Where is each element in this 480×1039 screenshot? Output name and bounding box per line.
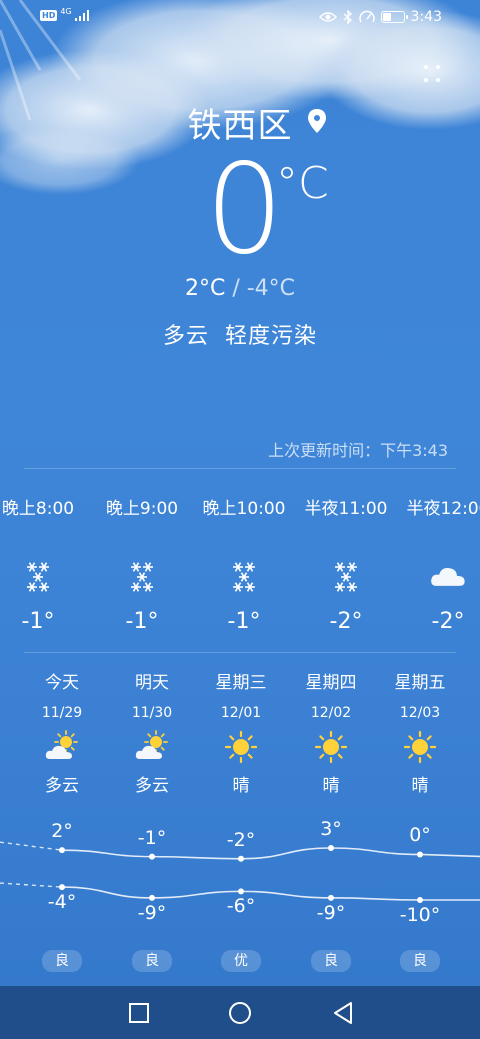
- day-name: 星期五: [394, 673, 446, 693]
- day-high-temperature: 3°: [320, 818, 342, 840]
- status-bar: HD 4G 3:43: [0, 0, 480, 36]
- battery-fill: [382, 13, 392, 21]
- hourly-item: 半夜11:00 -2°: [296, 480, 396, 630]
- day-low-temperature: -9°: [137, 901, 167, 924]
- hourly-time: 晚上8:00: [1, 499, 75, 519]
- day-condition: 多云: [135, 776, 169, 796]
- daily-item[interactable]: 星期三 12/01 晴 优: [201, 668, 281, 978]
- day-low-temperature: -4°: [47, 891, 77, 914]
- back-button[interactable]: [330, 1000, 356, 1026]
- snow-icon: [92, 557, 192, 597]
- status-right: 3:43: [318, 9, 442, 25]
- day-date: 11/29: [41, 705, 83, 721]
- hourly-temperature: -1°: [21, 609, 55, 630]
- air-quality-badge: 优: [221, 950, 261, 972]
- day-condition: 多云: [45, 776, 79, 796]
- day-name: 星期三: [215, 673, 267, 693]
- daily-forecast[interactable]: 今天 11/29 多云 良 明天 11/30 多云 良 星期三 12/01 晴 …: [0, 668, 480, 988]
- day-low-temperature: -10°: [399, 904, 441, 926]
- partly-cloudy-icon: [112, 727, 192, 767]
- home-button[interactable]: [227, 1000, 253, 1026]
- hourly-temperature: -2°: [431, 609, 465, 630]
- eye-icon: [318, 12, 337, 22]
- current-condition: 多云 轻度污染: [163, 324, 317, 349]
- hourly-temperature: -2°: [329, 609, 363, 630]
- high-low-separator: /: [232, 276, 240, 301]
- today-low: -4°C: [246, 276, 296, 301]
- today-high-low: 2°C / -4°C: [0, 276, 480, 301]
- day-high-temperature: -1°: [137, 826, 167, 849]
- signal-icon: [74, 10, 89, 21]
- cloud-icon: [398, 557, 480, 597]
- day-high-temperature: 0°: [409, 824, 431, 847]
- day-low-temperature: -9°: [316, 901, 346, 924]
- hourly-time: 半夜11:00: [304, 499, 388, 519]
- day-date: 12/03: [399, 705, 441, 721]
- current-temperature: 0: [205, 138, 284, 282]
- day-condition: 晴: [322, 776, 340, 796]
- hourly-item: 半夜12:00 -2°: [398, 480, 480, 630]
- snow-icon: [296, 557, 396, 597]
- network-type: 4G: [60, 7, 72, 16]
- divider-top: [24, 468, 456, 469]
- sun-icon: [201, 727, 281, 767]
- day-date: 12/02: [310, 705, 352, 721]
- location-pin-icon: [308, 109, 326, 133]
- hourly-item: 晚上9:00 -1°: [92, 480, 192, 630]
- day-date: 12/01: [220, 705, 262, 721]
- partly-cloudy-icon: [22, 727, 102, 767]
- hourly-time: 晚上10:00: [202, 499, 286, 519]
- air-quality-badge: 良: [42, 950, 82, 972]
- day-name: 今天: [45, 673, 79, 693]
- hourly-forecast[interactable]: 晚上8:00 -1° 晚上9:00 -1° 晚上10:00 -1° 半夜11:0…: [0, 480, 480, 630]
- air-quality-badge: 良: [132, 950, 172, 972]
- air-quality-badge: 良: [400, 950, 440, 972]
- sun-icon: [291, 727, 371, 767]
- day-condition: 晴: [232, 776, 250, 796]
- day-date: 11/30: [131, 705, 173, 721]
- status-time: 3:43: [410, 9, 442, 25]
- day-condition: 晴: [411, 776, 429, 796]
- hd-badge: HD: [40, 10, 58, 21]
- navigation-bar: [0, 986, 480, 1039]
- hourly-item: 晚上8:00 -1°: [0, 480, 88, 630]
- last-updated-time: 上次更新时间：下午3:43: [268, 441, 448, 460]
- air-quality-badge: 良: [311, 950, 351, 972]
- recent-apps-button[interactable]: [126, 1000, 152, 1026]
- snow-icon: [194, 557, 294, 597]
- day-low-temperature: -6°: [226, 895, 256, 918]
- day-name: 星期四: [305, 673, 357, 693]
- battery-icon: [380, 11, 408, 23]
- bluetooth-icon: [343, 10, 352, 24]
- temperature-unit: °C: [276, 158, 329, 209]
- daily-item[interactable]: 明天 11/30 多云 良: [112, 668, 192, 978]
- more-options-icon[interactable]: [420, 62, 444, 86]
- sun-icon: [380, 727, 460, 767]
- day-high-temperature: -2°: [226, 828, 256, 851]
- day-high-temperature: 2°: [51, 820, 73, 843]
- snow-icon: [0, 557, 88, 597]
- hourly-temperature: -1°: [125, 609, 159, 630]
- hourly-temperature: -1°: [227, 609, 261, 630]
- hourly-time: 晚上9:00: [105, 499, 179, 519]
- speedometer-icon: [358, 10, 375, 23]
- status-left: HD 4G: [40, 7, 89, 21]
- hourly-item: 晚上10:00 -1°: [194, 480, 294, 630]
- daily-item[interactable]: 星期五 12/03 晴 良: [380, 668, 460, 978]
- today-high: 2°C: [184, 276, 226, 301]
- divider-middle: [24, 652, 456, 653]
- day-name: 明天: [135, 673, 169, 693]
- hourly-time: 半夜12:00: [406, 499, 480, 519]
